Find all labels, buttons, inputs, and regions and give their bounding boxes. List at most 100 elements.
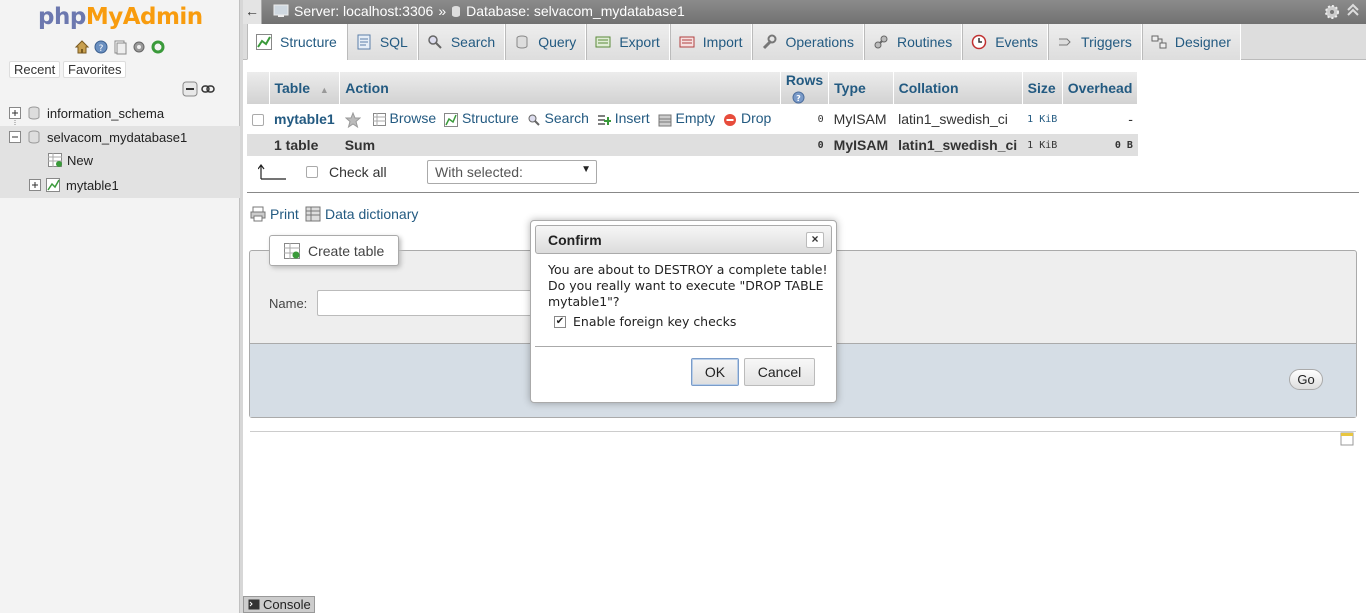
foreign-key-checkbox[interactable]: ✔ [554, 315, 566, 328]
tab-sql[interactable]: SQL [346, 24, 418, 60]
routines-icon [874, 35, 888, 49]
close-icon[interactable]: × [806, 232, 824, 248]
collapse-all-icon[interactable] [182, 81, 198, 97]
table-header-row: Table ▲ Action Rows ? Type Collation Siz… [247, 72, 1139, 104]
print-link[interactable]: Print [250, 206, 299, 222]
database-icon [28, 106, 40, 120]
drop-link[interactable]: Drop [741, 110, 771, 126]
breadcrumb-server[interactable]: Server: localhost:3306 [294, 3, 433, 19]
check-all[interactable]: Check all [306, 164, 387, 180]
table-name-link[interactable]: mytable1 [274, 111, 335, 127]
go-button[interactable]: Go [1289, 369, 1323, 390]
summary-label: Sum [339, 134, 781, 156]
browse-link[interactable]: Browse [389, 110, 436, 126]
data-dictionary-label: Data dictionary [325, 206, 419, 222]
foreign-key-checks[interactable]: ✔ Enable foreign key checks [554, 314, 736, 329]
tab-query[interactable]: Query [505, 24, 587, 60]
breadcrumb: Server: localhost:3306 » Database: selva… [273, 3, 685, 19]
tab-label: Search [450, 34, 496, 50]
expand-icon[interactable] [9, 107, 21, 119]
header-rows-label: Rows [785, 72, 824, 88]
tab-search[interactable]: Search [417, 24, 506, 60]
tab-export[interactable]: Export [586, 24, 670, 60]
nav-icon-bar: ? [74, 39, 166, 55]
recent-tab[interactable]: Recent [9, 61, 61, 78]
data-dictionary-link[interactable]: Data dictionary [305, 206, 418, 222]
collapse-icon[interactable] [9, 131, 21, 143]
tree-item-selvacom-mydatabase1[interactable]: selvacom_mydatabase1 [0, 126, 240, 148]
create-table-label: Create table [308, 242, 385, 259]
console-toggle[interactable]: Console [243, 596, 315, 613]
print-label: Print [270, 206, 299, 222]
row-checkbox[interactable] [252, 114, 264, 127]
tables-list: Table ▲ Action Rows ? Type Collation Siz… [247, 72, 1139, 156]
collapse-topbar-icon[interactable] [1346, 3, 1360, 17]
cancel-button[interactable]: Cancel [744, 358, 815, 386]
docs-icon[interactable] [112, 39, 128, 55]
tree-item-mytable1[interactable]: mytable1 [0, 172, 240, 198]
with-selected-dropdown[interactable]: With selected: ▼ [427, 160, 597, 184]
header-rows[interactable]: Rows ? [780, 72, 830, 104]
navigation-panel: phpMyAdmin ? Recent Favorites informatio… [0, 0, 240, 613]
check-all-checkbox[interactable] [306, 166, 318, 178]
favorites-tab[interactable]: Favorites [63, 61, 127, 78]
favorite-star-icon[interactable] [344, 111, 361, 128]
table-name-input[interactable] [317, 290, 537, 316]
panel-resizer[interactable] [240, 0, 243, 613]
table-row: mytable1 Browse Structure Search Insert … [247, 104, 1138, 134]
tab-structure[interactable]: Structure [247, 24, 347, 60]
header-overhead[interactable]: Overhead [1062, 72, 1139, 104]
settings-gear-icon[interactable] [1324, 4, 1340, 20]
page-settings-icon[interactable] [1340, 432, 1354, 446]
back-button[interactable]: ← [243, 0, 262, 24]
dialog-message: You are about to DESTROY a complete tabl… [548, 262, 828, 309]
gear-icon[interactable] [131, 39, 147, 55]
search-icon [428, 35, 442, 49]
tab-import[interactable]: Import [669, 24, 753, 60]
phpmyadmin-logo[interactable]: phpMyAdmin [38, 4, 203, 30]
empty-icon [658, 114, 672, 127]
header-type[interactable]: Type [828, 72, 894, 104]
tab-label: Events [995, 34, 1039, 50]
home-icon[interactable] [74, 39, 90, 55]
new-table-icon [284, 242, 300, 259]
help-icon[interactable]: ? [792, 91, 805, 104]
header-size[interactable]: Size [1022, 72, 1063, 104]
header-table[interactable]: Table ▲ [269, 72, 341, 104]
table-icon [46, 178, 60, 192]
tab-triggers[interactable]: Triggers [1048, 24, 1142, 60]
summary-overhead: 0 B [1062, 134, 1138, 156]
reload-icon[interactable] [150, 39, 166, 55]
expand-icon[interactable] [29, 179, 41, 191]
ok-button[interactable]: OK [691, 358, 739, 386]
insert-link[interactable]: Insert [615, 110, 650, 126]
summary-collation: latin1_swedish_ci [893, 134, 1023, 156]
search-link[interactable]: Search [545, 110, 589, 126]
tab-routines[interactable]: Routines [863, 24, 963, 60]
summary-row: 1 table Sum 0 MyISAM latin1_swedish_ci 1… [247, 134, 1138, 156]
dialog-title: Confirm [548, 232, 602, 248]
row-size-link[interactable]: 1 KiB [1027, 114, 1057, 125]
tab-label: Import [702, 34, 743, 50]
tab-designer[interactable]: Designer [1141, 24, 1241, 60]
empty-link[interactable]: Empty [675, 110, 715, 126]
tree-item-information-schema[interactable]: information_schema [0, 102, 240, 124]
row-collation: latin1_swedish_ci [893, 104, 1023, 134]
tree-item-new-table[interactable]: New [0, 148, 240, 172]
console-label: Console [263, 597, 311, 612]
header-collation[interactable]: Collation [893, 72, 1023, 104]
breadcrumb-database[interactable]: Database: selvacom_mydatabase1 [466, 3, 685, 19]
dialog-divider [535, 346, 832, 347]
arrow-left-up-icon [258, 164, 286, 180]
logout-icon[interactable]: ? [93, 39, 109, 55]
dialog-titlebar[interactable]: Confirm × [535, 225, 832, 254]
tab-events[interactable]: Events [962, 24, 1049, 60]
new-table-icon [48, 153, 62, 167]
tab-label: Operations [785, 34, 854, 50]
header-checkbox-col [247, 72, 270, 104]
server-icon [273, 4, 289, 17]
tab-operations[interactable]: Operations [752, 24, 864, 60]
divider [247, 192, 1359, 193]
link-icon[interactable] [201, 83, 215, 95]
structure-link[interactable]: Structure [462, 110, 519, 126]
